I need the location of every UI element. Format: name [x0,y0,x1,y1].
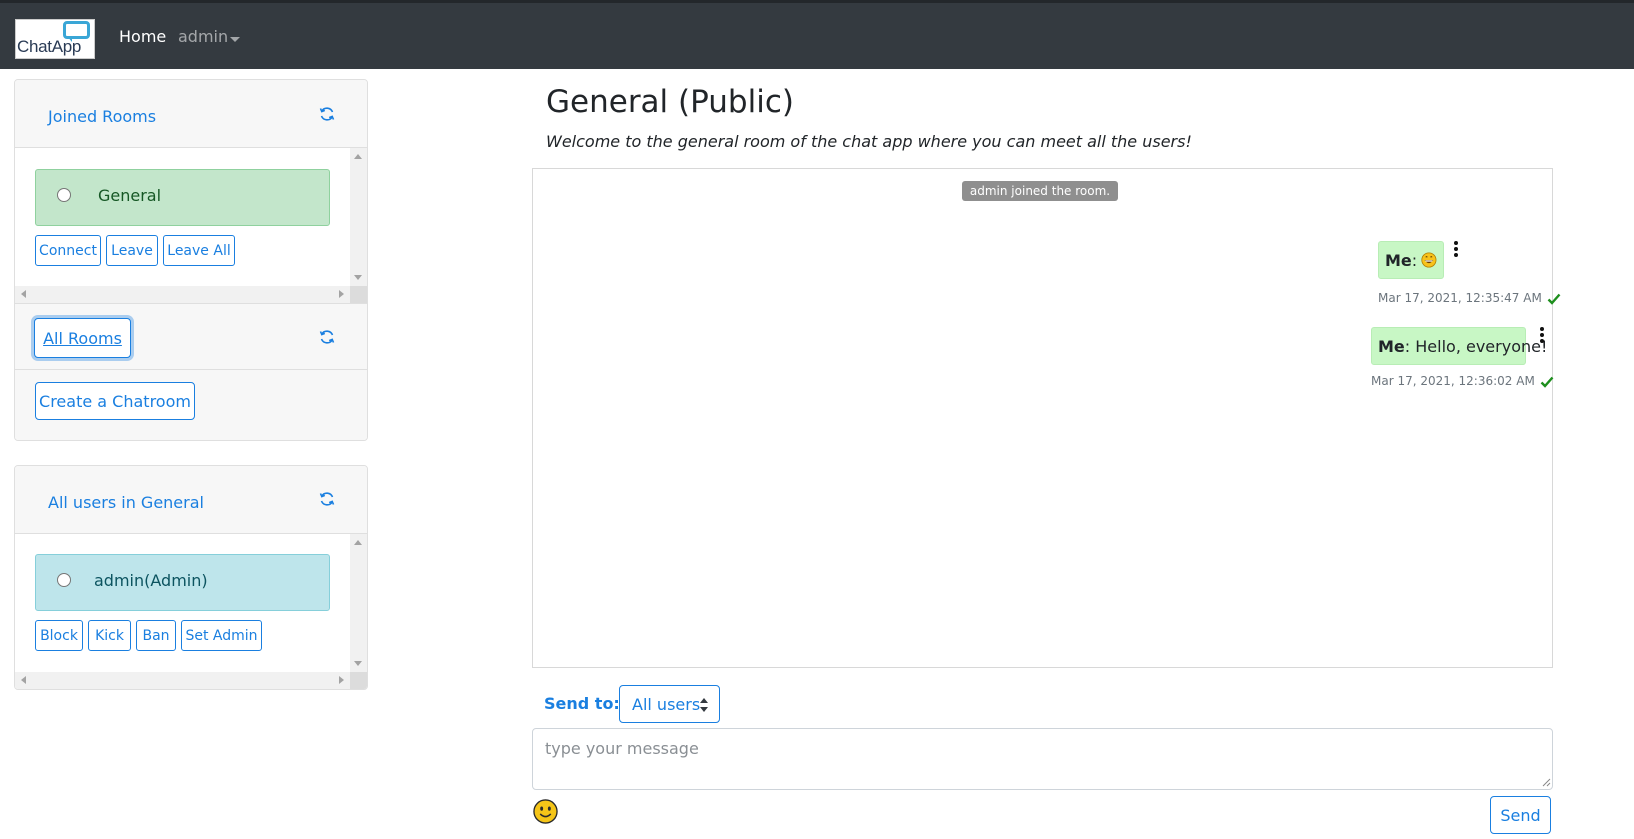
nav-home-link[interactable]: Home [119,27,166,46]
logo-text: ChatApp [17,37,82,56]
list-item-room[interactable]: General [35,169,330,226]
joined-rooms-title: Joined Rooms [48,107,157,126]
recipient-value: All users [632,694,701,714]
refresh-icon[interactable] [319,491,335,507]
emoji-picker-icon[interactable] [533,799,558,824]
user-radio[interactable] [57,573,71,587]
set-admin-button[interactable]: Set Admin [181,620,262,651]
leave-all-button[interactable]: Leave All [163,235,235,266]
room-description: Welcome to the general room of the chat … [546,132,1192,151]
all-rooms-body: Create a Chatroom [15,370,367,440]
connect-button[interactable]: Connect [35,235,101,266]
room-name: General [98,186,162,205]
message-timestamp: Mar 17, 2021, 12:36:02 AM [1371,374,1554,388]
recipient-select[interactable]: All users [619,685,720,723]
ban-button[interactable]: Ban [136,620,176,651]
room-radio[interactable] [57,188,71,202]
users-header: All users in General [15,466,367,534]
send-to-label: Send to: [544,694,620,713]
refresh-icon[interactable] [319,106,335,122]
joined-rooms-list[interactable]: General Connect Leave Leave All [15,148,367,303]
grinning-face-emoji [1421,252,1437,268]
delivered-check-icon [1547,293,1561,305]
navbar: ChatApp Home admin [0,0,1634,69]
nav-user-dropdown[interactable]: admin [178,27,228,46]
resize-grip-icon[interactable] [1541,777,1551,787]
block-button[interactable]: Block [35,620,83,651]
users-list[interactable]: admin(Admin) Block Kick Ban Set Admin [15,534,367,689]
chat-message[interactable]: Me: Hello, everyone! [1371,327,1547,365]
app-logo[interactable]: ChatApp [15,19,95,59]
message-sender: Me [1378,336,1405,356]
delivered-check-icon [1540,376,1554,388]
refresh-icon[interactable] [319,329,335,345]
user-name: admin(Admin) [94,571,208,590]
horizontal-scrollbar[interactable] [15,672,350,689]
create-chatroom-button[interactable]: Create a Chatroom [35,382,195,420]
leave-button[interactable]: Leave [106,235,158,266]
send-button[interactable]: Send [1490,796,1551,834]
room-title: General (Public) [546,84,794,120]
joined-rooms-header: Joined Rooms [15,80,367,148]
message-timestamp: Mar 17, 2021, 12:35:47 AM [1378,291,1561,305]
message-options-icon[interactable] [1539,327,1545,345]
system-message: admin joined the room. [962,181,1118,201]
horizontal-scrollbar[interactable] [15,286,350,303]
users-title: All users in General [48,493,204,512]
message-sender: Me [1385,250,1412,270]
vertical-scrollbar[interactable] [350,148,367,286]
all-rooms-link[interactable]: All Rooms [34,318,131,358]
message-text: Hello, everyone! [1410,336,1548,356]
message-input[interactable] [532,728,1553,790]
vertical-scrollbar[interactable] [350,534,367,672]
rooms-card: Joined Rooms General Connect Leave Leave… [14,79,368,441]
kick-button[interactable]: Kick [88,620,131,651]
all-rooms-header: All Rooms [15,303,367,370]
chat-messages-panel[interactable]: admin joined the room. Me: Mar 17, 2021,… [532,168,1561,668]
select-arrows-icon [700,698,708,712]
chat-message[interactable]: Me: [1378,241,1444,279]
message-options-icon[interactable] [1453,241,1459,259]
caret-down-icon[interactable] [230,37,240,42]
users-card: All users in General admin(Admin) Block … [14,465,368,690]
list-item-user[interactable]: admin(Admin) [35,554,330,611]
